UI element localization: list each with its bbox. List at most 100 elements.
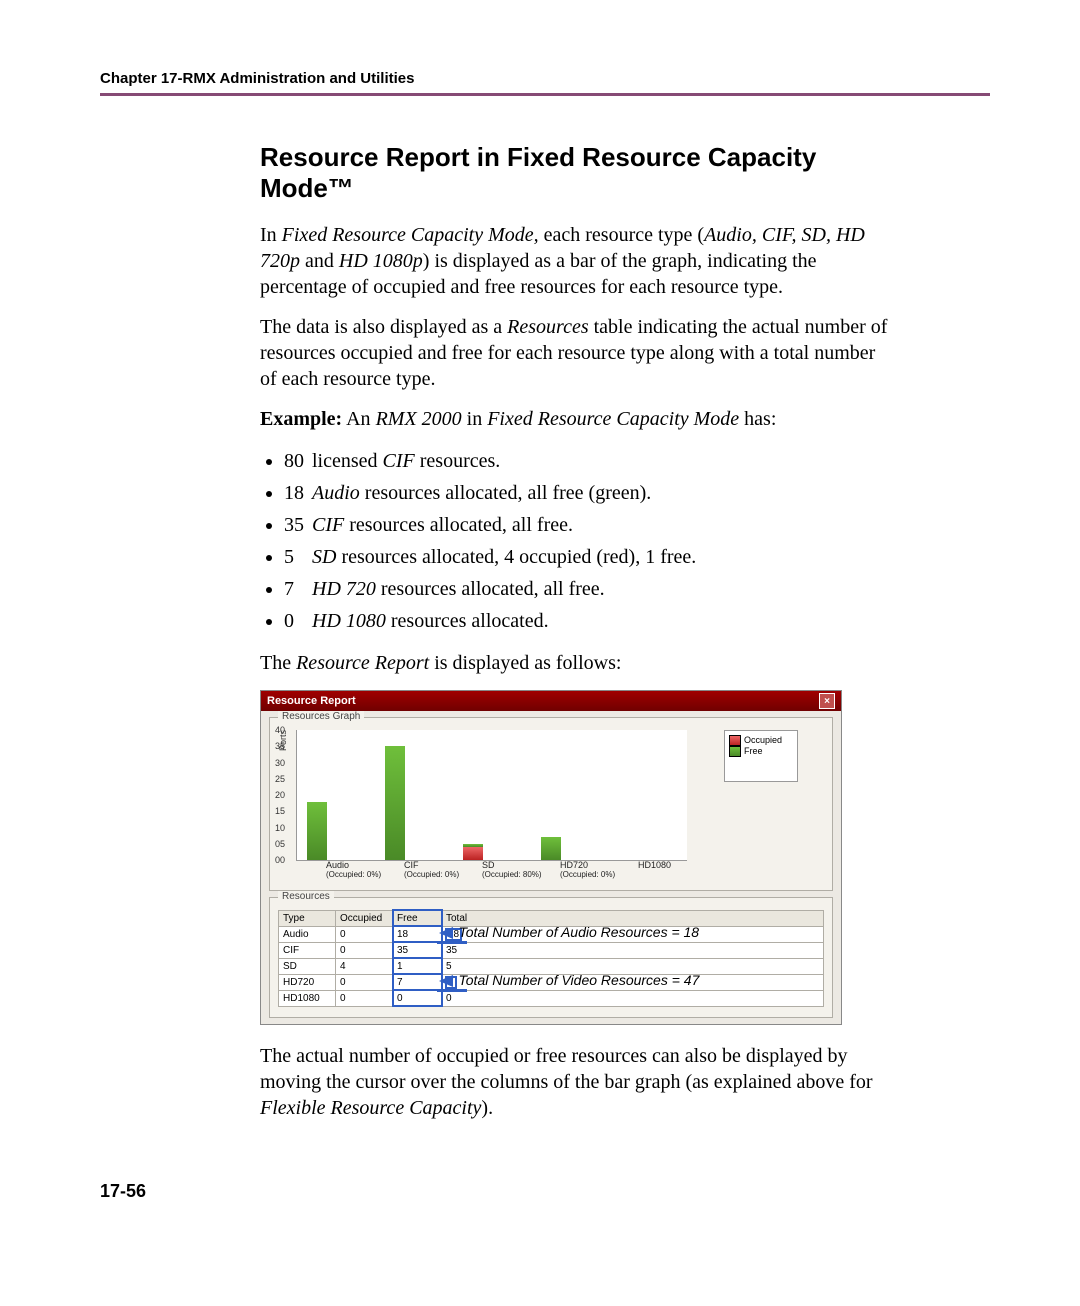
bar-free [307, 802, 327, 861]
cell-type: HD1080 [279, 990, 336, 1006]
text: An [342, 408, 375, 430]
chart-legend: Occupied Free [724, 730, 798, 782]
paragraph-4: The actual number of occupied or free re… [260, 1043, 890, 1121]
list-item: 80licensed CIF resources. [284, 446, 890, 476]
cell-total: 7 Total Number of Video Resources = 47 [442, 974, 824, 990]
cell-free: 1 [393, 958, 442, 974]
swatch-occupied-icon [729, 735, 741, 746]
cell-free: 35 [393, 942, 442, 958]
bar-free [541, 837, 561, 860]
text: resources allocated, all free (green). [360, 482, 652, 504]
annotation-text: Total Number of Audio Resources = 18 [459, 924, 700, 940]
text: Audio [312, 482, 360, 504]
legend-free-label: Free [744, 746, 763, 756]
text: HD 1080p [339, 250, 423, 272]
cell-type: SD [279, 958, 336, 974]
text: resources allocated, 4 occupied (red), 1… [336, 546, 696, 568]
text: Resource Report [296, 652, 429, 674]
cell-occ: 0 [336, 974, 393, 990]
y-tick: 10 [275, 823, 285, 833]
header-rule [100, 93, 990, 96]
text: Fixed Resource Capacity Mode [487, 408, 739, 430]
text: is displayed as follows: [429, 652, 621, 674]
col-type[interactable]: Type [279, 910, 336, 926]
paragraph-1: In Fixed Resource Capacity Mode, each re… [260, 222, 890, 300]
col-free[interactable]: Free [393, 910, 442, 926]
cell-total: 35 [442, 942, 824, 958]
annotation-video: Total Number of Video Resources = 47 [439, 972, 700, 988]
text: each resource type ( [539, 224, 704, 246]
cell-type: Audio [279, 926, 336, 942]
dialog-titlebar[interactable]: Resource Report × [261, 691, 841, 711]
list-item: 5SD resources allocated, 4 occupied (red… [284, 542, 890, 572]
groupbox-legend: Resources [278, 891, 334, 902]
text: HD 1080 [312, 610, 386, 632]
bar-occupied [463, 847, 483, 860]
resources-table-group: Resources Type Occupied Free Total Audio… [269, 897, 833, 1018]
text: has: [739, 408, 776, 430]
bullet-number: 7 [284, 574, 312, 604]
paragraph-3: The Resource Report is displayed as foll… [260, 650, 890, 676]
bullet-list: 80licensed CIF resources. 18Audio resour… [284, 446, 890, 636]
text: In [260, 224, 282, 246]
bar-free [463, 844, 483, 847]
bullet-number: 18 [284, 478, 312, 508]
text: in [462, 408, 488, 430]
chapter-header: Chapter 17-RMX Administration and Utilit… [100, 70, 990, 87]
x-label: HD720(Occupied: 0%) [560, 861, 638, 880]
text: licensed [312, 450, 383, 472]
bullet-number: 5 [284, 542, 312, 572]
resource-report-dialog: Resource Report × Resources Graph Ports … [260, 690, 842, 1025]
y-tick: 00 [275, 855, 285, 865]
list-item: 0HD 1080 resources allocated. [284, 606, 890, 636]
col-occupied[interactable]: Occupied [336, 910, 393, 926]
text: RMX 2000 [376, 408, 462, 430]
paragraph-2: The data is also displayed as a Resource… [260, 314, 890, 392]
text: resources allocated, all free. [376, 578, 605, 600]
text: The data is also displayed as a [260, 316, 507, 338]
section-title: Resource Report in Fixed Resource Capaci… [260, 142, 890, 204]
y-tick: 25 [275, 774, 285, 784]
arrow-left-icon [439, 927, 453, 939]
legend-occupied-label: Occupied [744, 735, 782, 745]
text: Flexible Resource Capacity [260, 1097, 481, 1119]
text: resources allocated, all free. [344, 514, 573, 536]
table-row: HD72007 7 Total Number of Video Resource… [279, 974, 824, 990]
bullet-number: 0 [284, 606, 312, 636]
resources-table: Type Occupied Free Total Audio 0 18 18 T… [278, 910, 824, 1007]
annotation-text: Total Number of Video Resources = 47 [459, 972, 700, 988]
resources-graph-group: Resources Graph Ports 000510152025303540… [269, 717, 833, 891]
arrow-left-icon [439, 975, 453, 987]
page-number: 17-56 [100, 1181, 990, 1202]
table-row: Audio 0 18 18 Total Number of Audio Reso… [279, 926, 824, 942]
y-tick: 20 [275, 790, 285, 800]
y-tick: 40 [275, 725, 285, 735]
bar-free [385, 746, 405, 860]
example-label: Example: [260, 408, 342, 430]
annotation-audio: Total Number of Audio Resources = 18 [439, 924, 700, 940]
cell-occ: 0 [336, 942, 393, 958]
text: The actual number of occupied or free re… [260, 1045, 873, 1093]
x-label: CIF(Occupied: 0%) [404, 861, 482, 880]
y-tick: 15 [275, 806, 285, 816]
cell-occ: 4 [336, 958, 393, 974]
close-icon[interactable]: × [819, 693, 835, 709]
cell-free: 18 [393, 926, 442, 942]
text: resources allocated. [386, 610, 549, 632]
cell-total: 18 Total Number of Audio Resources = 18 [442, 926, 824, 942]
text: and [300, 250, 339, 272]
text: Resources [507, 316, 588, 338]
table-row: HD1080000 [279, 990, 824, 1006]
cell-free: 7 [393, 974, 442, 990]
y-tick: 30 [275, 758, 285, 768]
cell-type: CIF [279, 942, 336, 958]
list-item: 7HD 720 resources allocated, all free. [284, 574, 890, 604]
text: ). [481, 1097, 493, 1119]
y-tick: 05 [275, 839, 285, 849]
cell-free: 0 [393, 990, 442, 1006]
text: The [260, 652, 296, 674]
resources-bar-chart[interactable]: 000510152025303540 [296, 730, 687, 861]
x-label: Audio(Occupied: 0%) [326, 861, 404, 880]
cell-occ: 0 [336, 990, 393, 1006]
text: SD [312, 546, 336, 568]
